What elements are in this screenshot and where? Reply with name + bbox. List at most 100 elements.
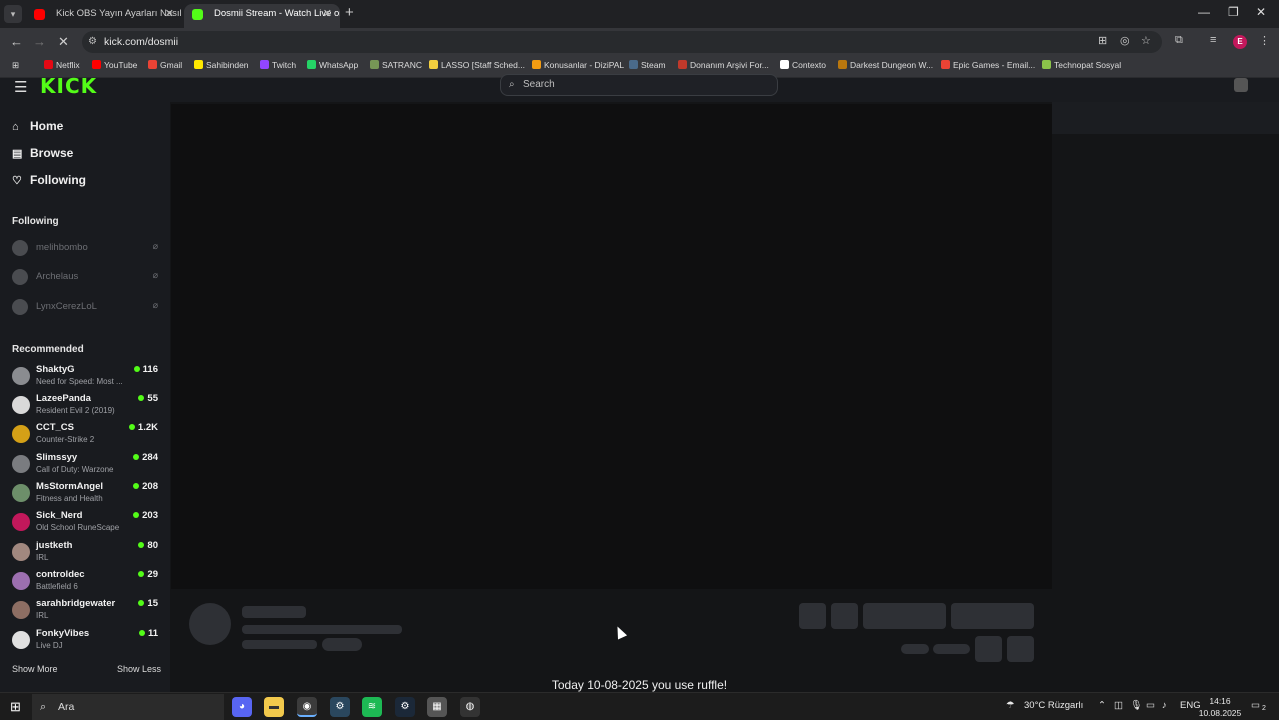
bookmark-donanim-arsivi[interactable]: Donanım Arşivi For... bbox=[678, 60, 769, 70]
hamburger-menu-icon[interactable]: ☰ bbox=[14, 78, 27, 96]
steam-icon bbox=[629, 60, 638, 69]
translate-icon[interactable]: ⊞ bbox=[1098, 34, 1107, 47]
avatar bbox=[12, 396, 30, 414]
sidebar-item-following[interactable]: ♡ Following bbox=[12, 173, 86, 187]
skeleton-pill bbox=[322, 638, 362, 651]
microphone-icon[interactable]: 🎙 bbox=[1130, 700, 1142, 711]
taskbar-search-placeholder: Ara bbox=[58, 701, 75, 713]
skeleton-button bbox=[975, 636, 1002, 662]
windows-start-icon[interactable]: ⊞ bbox=[10, 699, 21, 715]
skeleton-button bbox=[799, 603, 826, 629]
recommended-channel[interactable]: controldec Battlefield 6 29 bbox=[12, 569, 162, 595]
tab-search-button[interactable]: ▾ bbox=[4, 5, 22, 23]
lasso-icon bbox=[429, 60, 438, 69]
notifications-icon[interactable]: ▭ bbox=[1251, 700, 1260, 711]
recommended-channel[interactable]: FonkyVibes Live DJ 11 bbox=[12, 628, 162, 654]
following-channel[interactable]: Archelaus ⌀ bbox=[12, 267, 162, 287]
bookmark-contexto[interactable]: Contexto bbox=[780, 60, 826, 70]
bookmark-steam[interactable]: Steam bbox=[629, 60, 666, 70]
live-dot-icon bbox=[133, 483, 140, 489]
site-info-icon[interactable]: ⚙ bbox=[88, 31, 97, 53]
close-tab-icon[interactable]: ✕ bbox=[165, 4, 174, 24]
bookmark-sahibinden[interactable]: Sahibinden bbox=[194, 60, 249, 70]
bookmark-youtube[interactable]: YouTube bbox=[92, 60, 137, 70]
stop-loading-icon[interactable]: ✕ bbox=[58, 34, 69, 50]
restore-icon[interactable]: ❐ bbox=[1228, 5, 1239, 19]
minimize-icon[interactable]: — bbox=[1198, 5, 1210, 19]
live-dot-icon bbox=[138, 395, 145, 401]
bookmark-whatsapp[interactable]: WhatsApp bbox=[307, 60, 358, 70]
steam-icon[interactable]: ⚙ bbox=[395, 697, 415, 717]
sidebar-item-home[interactable]: ⌂ Home bbox=[12, 119, 63, 133]
address-bar[interactable]: ⚙ kick.com/dosmii bbox=[82, 31, 1162, 53]
bookmark-technopat[interactable]: Technopat Sosyal bbox=[1042, 60, 1121, 70]
browser-menu-icon[interactable]: ⋮ bbox=[1259, 34, 1270, 47]
spotify-icon[interactable]: ≋ bbox=[362, 697, 382, 717]
recommended-channel[interactable]: Slimssyy Call of Duty: Warzone 284 bbox=[12, 452, 162, 478]
recommended-channel[interactable]: ShaktyG Need for Speed: Most ... 116 bbox=[12, 364, 162, 390]
apps-grid-icon[interactable]: ⊞ bbox=[12, 60, 19, 71]
skeleton-button bbox=[863, 603, 946, 629]
show-more-button[interactable]: Show More bbox=[12, 664, 58, 674]
following-channel[interactable]: LynxCerezLoL ⌀ bbox=[12, 297, 162, 317]
obs-icon[interactable]: ◍ bbox=[460, 697, 480, 717]
bookmark-netflix[interactable]: Netflix bbox=[44, 60, 80, 70]
clock-time: 14:16 bbox=[1209, 696, 1231, 706]
avatar bbox=[12, 484, 30, 502]
browser-tab-1[interactable]: Kick OBS Yayın Ayarları Nasıl Ya ✕ bbox=[26, 4, 182, 28]
following-channel[interactable]: melihbombo ⌀ bbox=[12, 238, 162, 258]
discord-icon[interactable]: ◕ bbox=[232, 697, 252, 717]
chrome-icon[interactable]: ◉ bbox=[297, 697, 317, 717]
show-less-button[interactable]: Show Less bbox=[117, 664, 161, 674]
chevron-up-icon[interactable]: ⌃ bbox=[1098, 700, 1106, 711]
browser-tab-2-active[interactable]: Dosmii Stream - Watch Live on ✕ bbox=[184, 4, 340, 28]
media-control-icon[interactable]: ≡ bbox=[1210, 34, 1216, 46]
volume-icon[interactable]: ♪ bbox=[1162, 700, 1167, 711]
recommended-channel[interactable]: MsStormAngel Fitness and Health 208 bbox=[12, 481, 162, 507]
recommended-channel[interactable]: LazeePanda Resident Evil 2 (2019) 55 bbox=[12, 393, 162, 419]
video-player[interactable] bbox=[171, 104, 1052, 589]
bookmark-lasso[interactable]: LASSO [Staff Sched... bbox=[429, 60, 525, 70]
bookmark-gmail[interactable]: Gmail bbox=[148, 60, 182, 70]
recommended-channel[interactable]: justketh IRL 80 bbox=[12, 540, 162, 566]
clock-date: 10.08.2025 bbox=[1198, 708, 1242, 718]
avatar bbox=[12, 543, 30, 561]
close-window-icon[interactable]: ✕ bbox=[1256, 5, 1266, 19]
search-input[interactable]: ⌕ Search bbox=[500, 74, 778, 96]
sidebar-item-browse[interactable]: ▤ Browse bbox=[12, 146, 73, 160]
bookmark-twitch[interactable]: Twitch bbox=[260, 60, 296, 70]
recommended-channel[interactable]: Sick_Nerd Old School RuneScape 203 bbox=[12, 510, 162, 536]
twitch-icon bbox=[260, 60, 269, 69]
steam-icon[interactable]: ⚙ bbox=[330, 697, 350, 717]
weather-icon[interactable]: ☂ bbox=[1006, 700, 1015, 711]
bookmark-satranc[interactable]: SATRANC bbox=[370, 60, 422, 70]
app-icon[interactable]: ▦ bbox=[427, 697, 447, 717]
skeleton-button bbox=[1007, 636, 1034, 662]
gmail-icon bbox=[148, 60, 157, 69]
back-icon[interactable]: ← bbox=[10, 34, 23, 49]
clock[interactable]: 14:16 10.08.2025 bbox=[1198, 695, 1242, 719]
skeleton-bar bbox=[242, 640, 317, 649]
bookmark-dizipal[interactable]: Konusanlar - DiziPAL bbox=[532, 60, 624, 70]
forward-icon[interactable]: → bbox=[33, 34, 46, 49]
new-tab-button[interactable]: + bbox=[345, 4, 354, 21]
bookmark-epic-games[interactable]: Epic Games - Email... bbox=[941, 60, 1035, 70]
file-explorer-icon[interactable]: ▬ bbox=[264, 697, 284, 717]
close-tab-icon[interactable]: ✕ bbox=[323, 4, 332, 24]
bookmark-darkest-dungeon[interactable]: Darkest Dungeon W... bbox=[838, 60, 933, 70]
weather-text[interactable]: 30°C Rüzgarlı bbox=[1024, 700, 1083, 711]
tray-app-icon[interactable]: ◫ bbox=[1114, 700, 1123, 711]
eye-off-icon[interactable]: ◎ bbox=[1120, 34, 1130, 47]
live-dot-icon bbox=[133, 512, 140, 518]
network-icon[interactable]: ▭ bbox=[1146, 700, 1155, 711]
taskbar-search-input[interactable]: ⌕ Ara bbox=[32, 694, 224, 720]
search-icon: ⌕ bbox=[40, 701, 47, 713]
extensions-icon[interactable]: ⧉ bbox=[1175, 34, 1183, 47]
kick-logo[interactable]: KICK bbox=[40, 74, 97, 98]
recommended-channel[interactable]: CCT_CS Counter-Strike 2 1.2K bbox=[12, 422, 162, 448]
profile-avatar[interactable]: E bbox=[1233, 35, 1247, 49]
bookmark-star-icon[interactable]: ☆ bbox=[1141, 34, 1151, 47]
recommended-channel[interactable]: sarahbridgewater IRL 15 bbox=[12, 598, 162, 624]
youtube-icon bbox=[92, 60, 101, 69]
user-avatar[interactable] bbox=[1234, 78, 1248, 92]
